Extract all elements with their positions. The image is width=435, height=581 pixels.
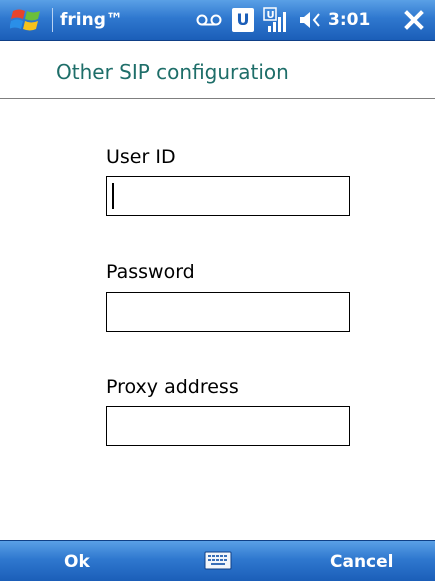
u-badge-icon[interactable]: U xyxy=(232,8,254,32)
proxy-address-label: Proxy address xyxy=(106,376,239,398)
close-icon[interactable] xyxy=(399,6,429,34)
title-separator xyxy=(52,8,53,32)
cancel-softkey[interactable]: Cancel xyxy=(330,551,393,573)
proxy-address-input[interactable] xyxy=(106,406,350,446)
clock[interactable]: 3:01 xyxy=(328,9,370,31)
speaker-icon[interactable] xyxy=(298,10,324,30)
user-id-label: User ID xyxy=(106,146,176,168)
title-bar: fring™ U U 3:01 xyxy=(0,0,435,41)
text-caret xyxy=(112,183,114,209)
page-title: Other SIP configuration xyxy=(56,60,289,84)
signal-strength-icon[interactable]: U xyxy=(263,6,289,34)
voicemail-icon[interactable] xyxy=(196,12,222,28)
user-id-input[interactable] xyxy=(106,176,350,216)
password-input[interactable] xyxy=(106,292,350,332)
keyboard-icon[interactable] xyxy=(202,549,234,573)
heading-divider xyxy=(0,98,435,99)
svg-text:U: U xyxy=(267,10,275,21)
softkey-bar: Ok Cancel xyxy=(0,540,435,581)
windows-start-icon[interactable] xyxy=(9,6,44,34)
app-title: fring™ xyxy=(60,10,123,30)
ok-softkey[interactable]: Ok xyxy=(64,551,90,573)
password-label: Password xyxy=(106,261,195,283)
